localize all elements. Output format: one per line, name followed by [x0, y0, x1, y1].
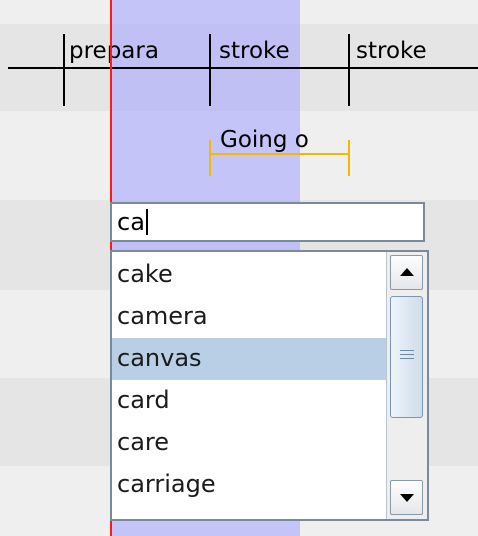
- grip-line: [400, 354, 414, 355]
- edit-input-value: ca: [117, 208, 145, 236]
- grip-line: [400, 358, 414, 359]
- list-item-selected[interactable]: canvas: [112, 338, 386, 380]
- scroll-thumb[interactable]: [390, 296, 423, 418]
- annotation-viewer: prepara stroke stroke Going o ca cake ca…: [0, 0, 478, 536]
- list-item[interactable]: care: [112, 422, 386, 464]
- reference-annotation-label[interactable]: Going o: [220, 127, 348, 153]
- reference-start-marker: [209, 140, 211, 176]
- list-item[interactable]: card: [112, 380, 386, 422]
- suggestion-list[interactable]: cake camera canvas card care carriage: [110, 250, 429, 521]
- scroll-up-button[interactable]: [390, 255, 423, 290]
- text-caret: [145, 209, 148, 235]
- reference-span-line: [209, 153, 350, 155]
- vertical-scrollbar[interactable]: [386, 252, 427, 519]
- annotation-label[interactable]: stroke: [219, 38, 345, 64]
- list-item[interactable]: camera: [112, 296, 386, 338]
- scroll-down-button[interactable]: [390, 480, 423, 515]
- annotation-label[interactable]: prepara: [69, 38, 207, 64]
- list-item[interactable]: carriage: [112, 464, 386, 506]
- tier-timeline: [8, 67, 478, 69]
- annotation-boundary[interactable]: [209, 34, 211, 106]
- list-item[interactable]: cake: [112, 254, 386, 296]
- triangle-up-icon: [400, 268, 414, 276]
- annotation-label[interactable]: stroke: [356, 38, 478, 64]
- grip-lines-icon: [400, 350, 414, 351]
- annotation-edit-input[interactable]: ca: [110, 202, 425, 242]
- triangle-down-icon: [400, 494, 414, 502]
- reference-end-marker: [348, 140, 350, 176]
- annotation-boundary[interactable]: [348, 34, 350, 106]
- annotation-boundary[interactable]: [63, 34, 65, 106]
